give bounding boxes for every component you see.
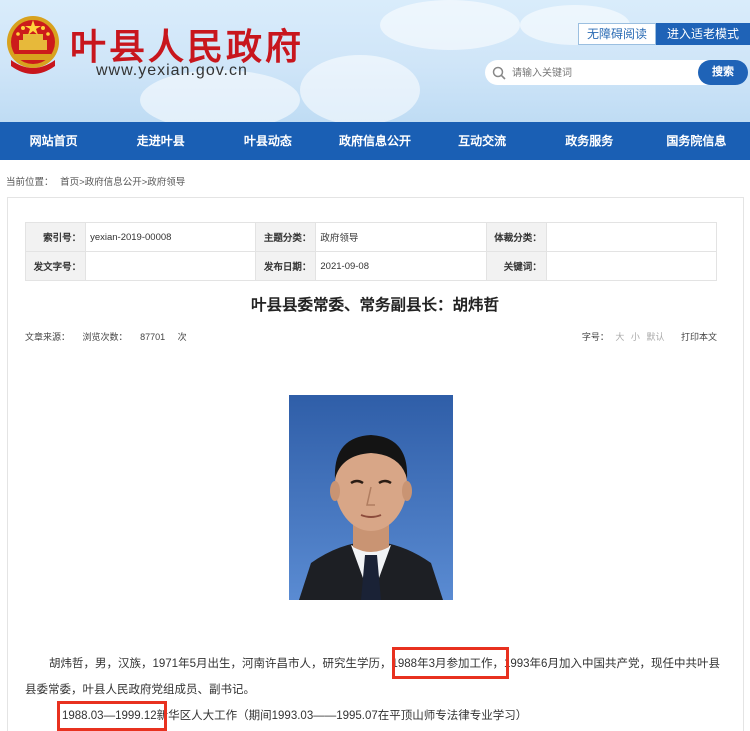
nav-item-state-council[interactable]: 国务院信息 <box>643 122 750 160</box>
article-tools: 字号： 大 小 默认 打印本文 <box>582 330 717 343</box>
site-header: 叶县人民政府 www.yexian.gov.cn 无障碍阅读 进入适老模式 搜索 <box>0 0 750 122</box>
views-label: 浏览次数： <box>82 332 128 342</box>
nav-item-interaction[interactable]: 互动交流 <box>429 122 536 160</box>
highlight-box <box>392 647 509 679</box>
genre-label: 体裁分类： <box>485 222 547 252</box>
nav-item-services[interactable]: 政务服务 <box>536 122 643 160</box>
nav-item-home[interactable]: 网站首页 <box>0 122 107 160</box>
views-count: 87701 <box>140 332 166 342</box>
portrait-photo <box>289 395 453 600</box>
print-button[interactable]: 打印本文 <box>681 332 717 342</box>
topic-label: 主题分类： <box>255 222 317 252</box>
highlight-box <box>57 701 167 731</box>
site-domain: www.yexian.gov.cn <box>96 62 248 79</box>
keyword-value <box>545 251 718 281</box>
document-info-table: 索引号： yexian-2019-00008 主题分类： 政府领导 体裁分类： … <box>24 222 718 281</box>
breadcrumb: 当前位置： 首页>政府信息公开>政府领导 <box>6 174 189 188</box>
search-button[interactable]: 搜索 <box>698 60 748 85</box>
main-nav: 网站首页 走进叶县 叶县动态 政府信息公开 互动交流 政务服务 国务院信息 <box>0 122 750 160</box>
doc-number-value <box>85 251 257 281</box>
topic-value: 政府领导 <box>315 222 487 252</box>
breadcrumb-label: 当前位置： <box>6 177 54 188</box>
font-default-button[interactable]: 默认 <box>646 332 664 342</box>
search-input[interactable] <box>512 63 692 83</box>
source-label: 文章来源： <box>25 332 71 342</box>
publish-date-label: 发布日期： <box>255 251 317 281</box>
article-paragraph: 胡炜哲，男，汉族，1971年5月出生，河南许昌市人，研究生学历，1988年3月参… <box>25 651 725 703</box>
elder-mode-button[interactable]: 进入适老模式 <box>656 23 750 45</box>
font-size-label: 字号： <box>581 332 609 342</box>
keyword-label: 关键词： <box>485 251 547 281</box>
genre-value <box>545 222 718 252</box>
index-label: 索引号： <box>24 222 87 252</box>
bio-text-part-1: 胡炜哲，男，汉族，1971年5月出生，河南许昌市人，研究生学历， <box>49 658 392 670</box>
font-small-button[interactable]: 小 <box>631 332 640 342</box>
accessibility-reading-button[interactable]: 无障碍阅读 <box>578 23 656 45</box>
nav-item-info-disclosure[interactable]: 政府信息公开 <box>321 122 428 160</box>
font-large-button[interactable]: 大 <box>615 332 624 342</box>
nav-item-about[interactable]: 走进叶县 <box>107 122 214 160</box>
publish-date-value: 2021-09-08 <box>315 251 487 281</box>
article-title: 叶县县委常委、常务副县长：胡炜哲 <box>250 297 499 314</box>
national-emblem-icon <box>7 16 59 74</box>
nav-item-news[interactable]: 叶县动态 <box>214 122 321 160</box>
header-cloud <box>300 55 420 122</box>
index-value: yexian-2019-00008 <box>85 222 257 252</box>
header-cloud <box>380 0 520 50</box>
search-icon <box>492 66 506 80</box>
career-description: 新华区人大工作（期间1993.03——1995.07在平顶山师专法律专业学习） <box>156 710 528 722</box>
article-meta: 文章来源： 浏览次数： 87701 次 <box>25 330 197 343</box>
breadcrumb-path[interactable]: 首页>政府信息公开>政府领导 <box>60 177 185 188</box>
doc-number-label: 发文字号： <box>24 251 87 281</box>
views-unit: 次 <box>177 332 187 342</box>
